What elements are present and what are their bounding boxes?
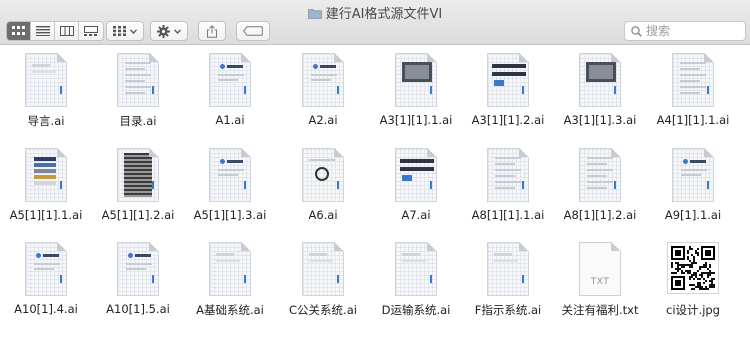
share-icon xyxy=(207,24,217,38)
ai-document-icon xyxy=(25,242,67,296)
ai-document-icon xyxy=(672,148,714,202)
file-type-badge: TXT xyxy=(590,277,610,287)
search-input[interactable] xyxy=(646,24,736,38)
columns-icon xyxy=(59,26,74,36)
toolbar: 建行AI格式源文件VI xyxy=(0,0,750,45)
column-view-button[interactable] xyxy=(55,22,79,40)
list-icon xyxy=(35,26,50,36)
file-name-label: 关注有福利.txt xyxy=(561,303,639,317)
icon-grid-icon xyxy=(11,26,25,35)
file-name-label: A3[1][1].3.ai xyxy=(563,113,637,127)
file-name-label: A5[1][1].2.ai xyxy=(101,208,175,222)
file-name-label: A5[1][1].1.ai xyxy=(9,208,83,222)
file-name-label: A10[1].4.ai xyxy=(14,302,78,316)
file-name-label: F指示系统.ai xyxy=(474,303,542,317)
file-name-label: A7.ai xyxy=(401,208,431,222)
ai-document-icon xyxy=(117,242,159,296)
file-name-label: C公关系统.ai xyxy=(289,303,357,317)
ai-document-icon xyxy=(395,53,437,107)
ai-document-icon xyxy=(25,148,67,202)
group-grid-icon xyxy=(113,26,126,36)
ai-document-icon xyxy=(302,148,344,202)
chevron-down-icon xyxy=(174,28,181,34)
ai-document-icon xyxy=(487,53,529,107)
qr-code-thumbnail xyxy=(647,242,739,296)
file-name-label: A9[1].1.ai xyxy=(664,208,722,222)
file-name-label: A2.ai xyxy=(308,113,338,127)
ai-document-icon xyxy=(302,53,344,107)
file-grid: 导言.ai 目录.ai A1.ai A2.ai A3[1][1].1.ai A3[1][1… xyxy=(0,45,750,346)
file-name-label: ci设计.jpg xyxy=(666,303,720,317)
ai-document-icon xyxy=(209,53,251,107)
folder-icon xyxy=(307,9,322,19)
file-name-label: D运输系统.ai xyxy=(381,303,451,317)
view-mode-control xyxy=(6,21,104,41)
gear-icon xyxy=(157,24,170,38)
ai-document-icon xyxy=(579,53,621,107)
file-name-label: A3[1][1].1.ai xyxy=(379,113,453,127)
file-name-label: A10[1].5.ai xyxy=(106,302,170,316)
ai-document-icon xyxy=(395,242,437,296)
qr-code-icon xyxy=(671,246,715,290)
file-name-label: A6.ai xyxy=(308,208,338,222)
share-button[interactable] xyxy=(198,21,226,41)
tags-button[interactable] xyxy=(236,21,270,41)
file-name-label: A5[1][1].3.ai xyxy=(193,208,267,222)
file-name-label: A3[1][1].2.ai xyxy=(471,113,545,127)
chevron-down-icon xyxy=(130,28,137,34)
ai-document-icon xyxy=(209,148,251,202)
search-icon xyxy=(631,25,642,37)
tag-icon xyxy=(243,26,263,36)
group-by-button[interactable] xyxy=(106,21,144,41)
finder-window: 建行AI格式源文件VI 搜索 导言.ai 目录.ai A1.ai A2.ai A… xyxy=(0,0,750,346)
icon-view-button[interactable] xyxy=(7,22,31,40)
action-menu-button[interactable] xyxy=(150,21,188,41)
file-name-label: A8[1][1].1.ai xyxy=(471,208,545,222)
ai-document-icon xyxy=(302,242,344,296)
list-view-button[interactable] xyxy=(31,22,55,40)
ai-document-icon xyxy=(209,242,251,296)
gallery-view-button[interactable] xyxy=(79,22,103,40)
window-title-text: 建行AI格式源文件VI xyxy=(325,7,443,22)
ai-document-icon xyxy=(117,148,159,202)
ai-document-icon xyxy=(395,148,437,202)
ai-document-icon xyxy=(487,242,529,296)
ai-document-icon xyxy=(25,53,67,107)
ai-document-icon xyxy=(117,53,159,107)
ai-document-icon xyxy=(579,148,621,202)
file-name-label: 导言.ai xyxy=(27,114,65,128)
text-file-icon: TXT xyxy=(579,242,621,296)
file-name-label: A8[1][1].2.ai xyxy=(563,208,637,222)
file-name-label: A1.ai xyxy=(215,113,245,127)
file-name-label: A基础系统.ai xyxy=(196,303,264,317)
gallery-icon xyxy=(84,26,98,36)
ai-document-icon xyxy=(487,148,529,202)
search-field[interactable] xyxy=(624,21,746,41)
ai-document-icon xyxy=(672,53,714,107)
file-name-label: A4[1][1].1.ai xyxy=(656,113,730,127)
window-title: 建行AI格式源文件VI xyxy=(0,3,750,22)
file-name-label: 目录.ai xyxy=(119,114,157,128)
